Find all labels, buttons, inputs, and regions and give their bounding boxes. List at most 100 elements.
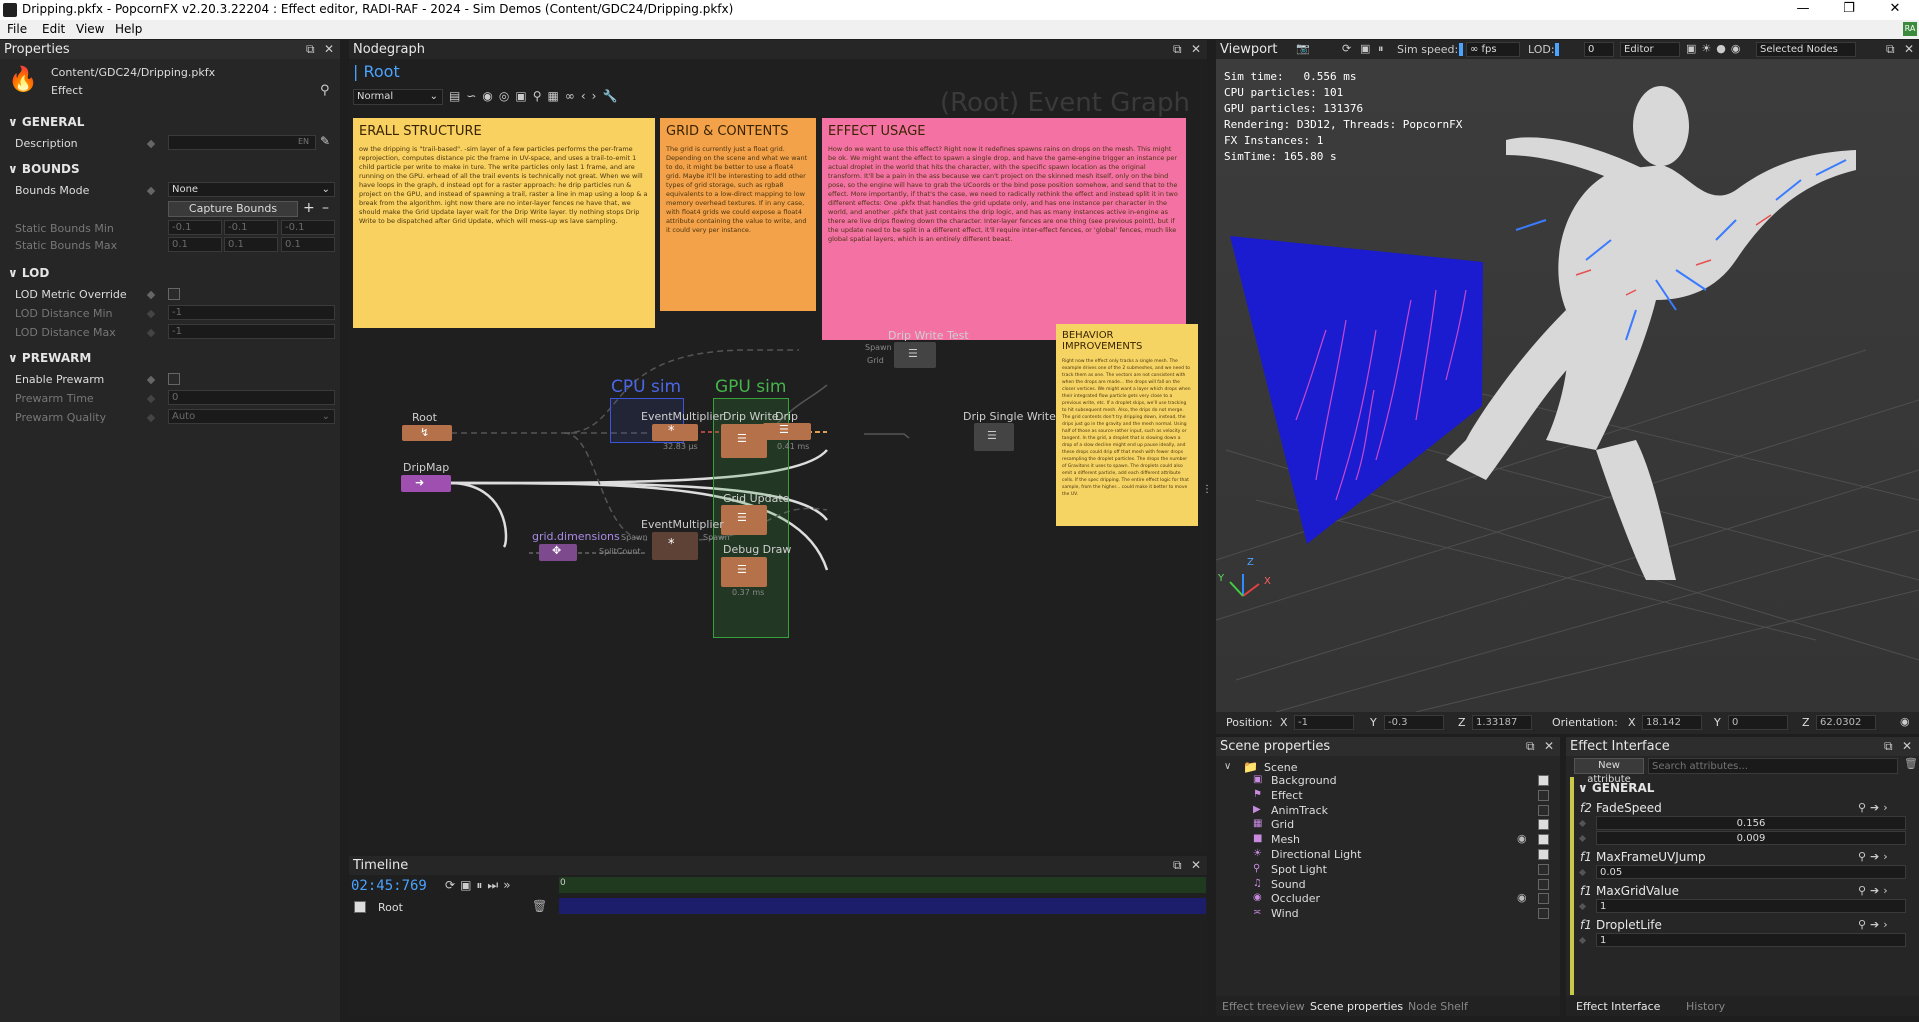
scene-item[interactable]: ⚲ Spot Light [1216, 863, 1560, 877]
static-max-z[interactable]: 0.1 [281, 237, 335, 252]
prewarm-quality-select[interactable]: Auto ⌄ [168, 409, 335, 424]
menu-edit[interactable]: Edit [42, 22, 65, 36]
debug-draw-node[interactable]: ☰ [721, 557, 767, 587]
float-icon[interactable]: ⧉ [1526, 739, 1535, 754]
expand-icon[interactable]: » [503, 878, 515, 892]
scene-item[interactable]: ◉ Occluder ◉ [1216, 891, 1560, 906]
visibility-checkbox[interactable] [1538, 908, 1549, 920]
spawn-pin[interactable]: Spawn [621, 533, 648, 542]
keyframe-icon[interactable] [146, 139, 156, 149]
attribute-actions-icon[interactable]: ⚲➔› [1858, 884, 1892, 897]
visibility-checkbox[interactable] [1538, 849, 1549, 860]
minimize-button[interactable]: — [1780, 0, 1826, 20]
visibility-checkbox[interactable] [1538, 863, 1549, 875]
visibility-checkbox[interactable] [1538, 775, 1549, 786]
trash-icon[interactable]: 🗑 [1904, 757, 1918, 770]
new-attribute-button[interactable]: New attribute [1574, 758, 1644, 785]
static-min-z[interactable]: -0.1 [281, 220, 335, 235]
scene-item[interactable]: ☀ Directional Light [1216, 848, 1560, 862]
visibility-checkbox[interactable] [1538, 819, 1549, 831]
eye-icon[interactable]: ◉ [1900, 715, 1910, 728]
lod-field[interactable]: 0 [1584, 42, 1614, 57]
eye-icon[interactable]: ◉ [1517, 891, 1527, 904]
root-node[interactable]: ↯ [402, 425, 452, 441]
pause-icon[interactable]: ⏸ [476, 878, 487, 892]
scene-item[interactable]: ▶ AnimTrack [1216, 804, 1560, 818]
eventmultiplier-node[interactable]: * [652, 424, 698, 441]
float-icon[interactable]: ⧉ [306, 42, 315, 57]
lod-min-field[interactable]: -1 [168, 305, 335, 320]
float-icon[interactable]: ⧉ [1173, 858, 1182, 873]
grid-dimensions-node[interactable]: ✥ [539, 544, 577, 561]
close-icon[interactable]: ✕ [1904, 42, 1914, 56]
scene-item[interactable]: ■ Mesh ◉ [1216, 832, 1560, 847]
loop-icon[interactable]: ⟳ [445, 878, 460, 892]
search-attributes-input[interactable] [1648, 758, 1898, 774]
attribute-actions-icon[interactable]: ⚲➔› [1858, 918, 1892, 931]
section-bounds[interactable]: ∨ BOUNDS [8, 162, 80, 176]
ori-y-field[interactable]: 0 [1728, 715, 1788, 730]
trash-icon[interactable]: 🗑 [532, 899, 547, 913]
edit-icon[interactable]: ✎ [320, 134, 330, 148]
static-max-y[interactable]: 0.1 [224, 237, 278, 252]
spawn-pin[interactable]: Spawn [703, 533, 730, 542]
menu-view[interactable]: View [76, 22, 104, 36]
search-icon[interactable]: ⚲ [320, 83, 330, 98]
tab-effect-interface[interactable]: Effect Interface [1576, 1000, 1660, 1013]
scene-item[interactable]: ▦ Grid [1216, 818, 1560, 832]
description-field[interactable] [168, 135, 316, 150]
static-min-x[interactable]: -0.1 [168, 220, 222, 235]
visibility-checkbox[interactable] [1538, 893, 1549, 905]
render-icons[interactable]: ▣☀●◉ [1686, 42, 1745, 55]
remove-icon[interactable]: – [322, 200, 329, 216]
pos-z-field[interactable]: 1.33187 [1472, 715, 1532, 730]
user-badge[interactable]: RA [1903, 22, 1917, 36]
static-max-x[interactable]: 0.1 [168, 237, 222, 252]
drip-single-write-node[interactable]: ☰ [974, 423, 1014, 451]
splitcount-pin[interactable]: SplitCount [599, 547, 641, 556]
attribute-actions-icon[interactable]: ⚲➔› [1858, 850, 1892, 863]
drip-write-node[interactable]: ☰ [721, 424, 767, 458]
visibility-checkbox[interactable] [1538, 878, 1549, 890]
chevron-down-icon[interactable]: ∨ [1224, 761, 1231, 772]
keyframe-icon[interactable] [146, 394, 156, 404]
scene-item[interactable]: ▣ Background [1216, 774, 1560, 788]
grid-pin[interactable]: Grid [867, 356, 884, 365]
visibility-checkbox[interactable] [1538, 789, 1549, 801]
tab-effect-treeview[interactable]: Effect treeview [1222, 1000, 1305, 1013]
keyframe-icon[interactable] [146, 328, 156, 338]
close-button[interactable]: ✕ [1872, 0, 1918, 20]
keyframe-icon[interactable] [1578, 868, 1587, 877]
close-icon[interactable]: ✕ [1902, 739, 1912, 753]
prewarm-checkbox[interactable] [168, 373, 180, 385]
view-mode-select[interactable]: Editor [1620, 42, 1680, 57]
lod-override-checkbox[interactable] [168, 288, 180, 300]
attribute-value-field[interactable]: 1 [1596, 933, 1906, 947]
bounds-mode-select[interactable]: None ⌄ [168, 182, 335, 197]
keyframe-icon[interactable] [146, 186, 156, 196]
menu-file[interactable]: File [7, 22, 27, 36]
track-checkbox[interactable] [354, 901, 366, 913]
scene-root-label[interactable]: Scene [1264, 761, 1298, 774]
scene-item[interactable]: ⚑ Effect [1216, 789, 1560, 803]
keyframe-icon[interactable] [146, 290, 156, 300]
keyframe-icon[interactable] [1578, 834, 1587, 843]
prewarm-time-field[interactable]: 0 [168, 390, 335, 405]
grid-update-node[interactable]: ☰ [721, 505, 767, 535]
section-general[interactable]: ∨ GENERAL [1578, 781, 1654, 795]
add-icon[interactable]: + [303, 200, 315, 216]
attribute-value-field[interactable]: 0.009 [1596, 831, 1906, 845]
lod-slider[interactable] [1555, 43, 1559, 56]
eventmultiplier2-node[interactable]: * [652, 532, 698, 560]
more-vertical-icon[interactable]: ⋮ [1202, 484, 1212, 495]
spawn-pin[interactable]: Spawn [865, 343, 892, 352]
section-general[interactable]: ∨ GENERAL [8, 115, 84, 129]
tab-node-shelf[interactable]: Node Shelf [1408, 1000, 1468, 1013]
stop-icon[interactable]: ▣ [1360, 42, 1370, 55]
drip-write-test-node[interactable]: ☰ [894, 342, 936, 368]
tab-scene-properties[interactable]: Scene properties [1310, 1000, 1403, 1013]
pos-x-field[interactable]: -1 [1294, 715, 1354, 730]
pos-y-field[interactable]: -0.3 [1384, 715, 1444, 730]
timeline-ruler[interactable]: 0 [559, 877, 1206, 893]
dripmap-node[interactable]: ➜ [401, 475, 451, 492]
